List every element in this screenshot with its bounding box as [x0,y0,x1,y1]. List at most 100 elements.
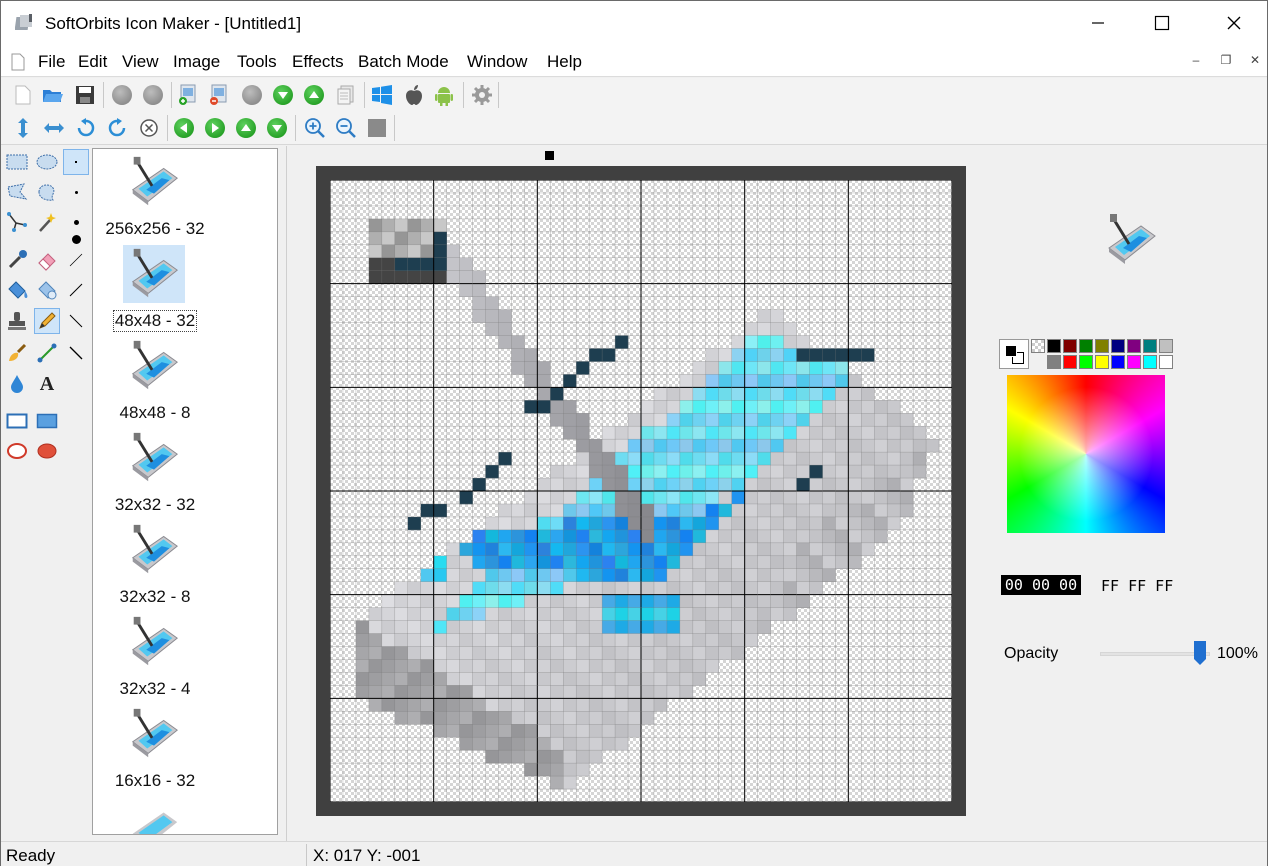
palette-swatch[interactable] [1111,339,1125,353]
palette-swatch[interactable] [1111,355,1125,369]
palette-swatch[interactable] [1079,355,1093,369]
foreground-color-code[interactable]: 00 00 00 [1001,575,1081,595]
disabled-button-1[interactable] [110,83,134,107]
apple-button[interactable] [402,83,426,107]
line-width-2[interactable] [63,277,89,303]
foreground-color[interactable] [1005,345,1017,357]
eraser-tool[interactable] [34,247,60,273]
crop-tool[interactable] [4,209,30,235]
palette-swatch[interactable] [1095,339,1109,353]
palette-swatch[interactable] [1127,355,1141,369]
background-color-code[interactable]: FF FF FF [1101,577,1173,595]
remove-image-button[interactable] [207,83,231,107]
mdi-restore-button[interactable]: ❐ [1215,53,1237,71]
rotate-left-button[interactable] [74,116,98,140]
stamp-tool[interactable] [4,308,30,334]
line-width-1[interactable] [63,247,89,273]
move-down-button[interactable] [271,83,295,107]
pencil-tool[interactable] [34,308,60,334]
mdi-minimize-button[interactable]: – [1185,53,1207,71]
menu-help[interactable]: Help [547,52,582,72]
fg-bg-color-box[interactable] [999,339,1029,369]
minimize-button[interactable] [1075,1,1121,45]
save-button[interactable] [73,83,97,107]
move-up-button[interactable] [302,83,326,107]
image-list-item[interactable] [93,793,255,834]
image-list-item[interactable]: 48x48 - 32 [93,241,255,333]
pen-size-1[interactable] [63,149,89,175]
windows-button[interactable] [370,83,394,107]
zoom-in-button[interactable] [303,116,327,140]
rotate-right-button[interactable] [105,116,129,140]
menu-file[interactable]: File [38,52,65,72]
palette-swatch[interactable] [1063,339,1077,353]
palette-swatch[interactable] [1079,339,1093,353]
image-list-item[interactable]: 256x256 - 32 [93,149,255,241]
palette-swatch[interactable] [1143,355,1157,369]
palette-swatch[interactable] [1159,339,1173,353]
palette-swatch[interactable] [1127,339,1141,353]
image-list-item[interactable]: 32x32 - 32 [93,425,255,517]
rectangle-outline-tool[interactable] [4,408,30,434]
palette-swatch[interactable] [1063,355,1077,369]
shift-up-button[interactable] [234,116,258,140]
menu-edit[interactable]: Edit [78,52,107,72]
opacity-slider-thumb[interactable] [1193,640,1207,666]
ellipse-outline-tool[interactable] [4,438,30,464]
menu-batch-mode[interactable]: Batch Mode [358,52,449,72]
line-width-3[interactable] [63,308,89,334]
menu-view[interactable]: View [122,52,159,72]
close-button[interactable] [1211,1,1257,45]
palette-swatch[interactable] [1143,339,1157,353]
zoom-out-button[interactable] [334,116,358,140]
shift-right-button[interactable] [203,116,227,140]
actual-size-button[interactable] [365,116,389,140]
replace-color-tool[interactable] [34,277,60,303]
add-image-button[interactable] [176,83,200,107]
fill-tool[interactable] [4,277,30,303]
blur-tool[interactable] [4,371,30,397]
line-width-4[interactable] [63,340,89,366]
android-button[interactable] [432,83,456,107]
rect-select-tool[interactable] [4,149,30,175]
rectangle-fill-tool[interactable] [34,408,60,434]
lasso-tool[interactable] [4,179,30,205]
shift-down-button[interactable] [265,116,289,140]
disabled-button-3[interactable] [240,83,264,107]
magic-wand-tool[interactable] [34,209,60,235]
transparent-swatch[interactable] [1031,339,1045,353]
color-picker-tool[interactable] [4,247,30,273]
pen-size-2[interactable] [63,179,89,205]
flip-vertical-button[interactable] [11,116,35,140]
clear-button[interactable] [137,116,161,140]
settings-button[interactable] [470,83,494,107]
menu-tools[interactable]: Tools [237,52,277,72]
ellipse-select-tool[interactable] [34,149,60,175]
pixel-grid[interactable] [330,180,952,802]
image-list-item[interactable]: 48x48 - 8 [93,333,255,425]
menu-image[interactable]: Image [173,52,220,72]
disabled-button-2[interactable] [141,83,165,107]
line-tool[interactable] [34,340,60,366]
mdi-close-button[interactable]: ✕ [1244,53,1266,71]
menu-window[interactable]: Window [467,52,527,72]
ellipse-fill-tool[interactable] [34,438,60,464]
resize-handle[interactable] [545,151,554,160]
freehand-select-tool[interactable] [34,179,60,205]
shift-left-button[interactable] [172,116,196,140]
palette-swatch[interactable] [1095,355,1109,369]
properties-button[interactable] [334,83,358,107]
text-tool[interactable]: A [34,371,60,397]
palette-swatch[interactable] [1047,339,1061,353]
maximize-button[interactable] [1139,1,1185,45]
image-list-item[interactable]: 32x32 - 4 [93,609,255,701]
palette-swatch[interactable] [1159,355,1173,369]
image-list-item[interactable]: 16x16 - 32 [93,701,255,793]
brush-tool[interactable] [4,340,30,366]
menu-effects[interactable]: Effects [292,52,344,72]
image-list-item[interactable]: 32x32 - 8 [93,517,255,609]
new-button[interactable] [11,83,35,107]
open-button[interactable] [41,83,65,107]
flip-horizontal-button[interactable] [42,116,66,140]
palette-swatch[interactable] [1047,355,1061,369]
